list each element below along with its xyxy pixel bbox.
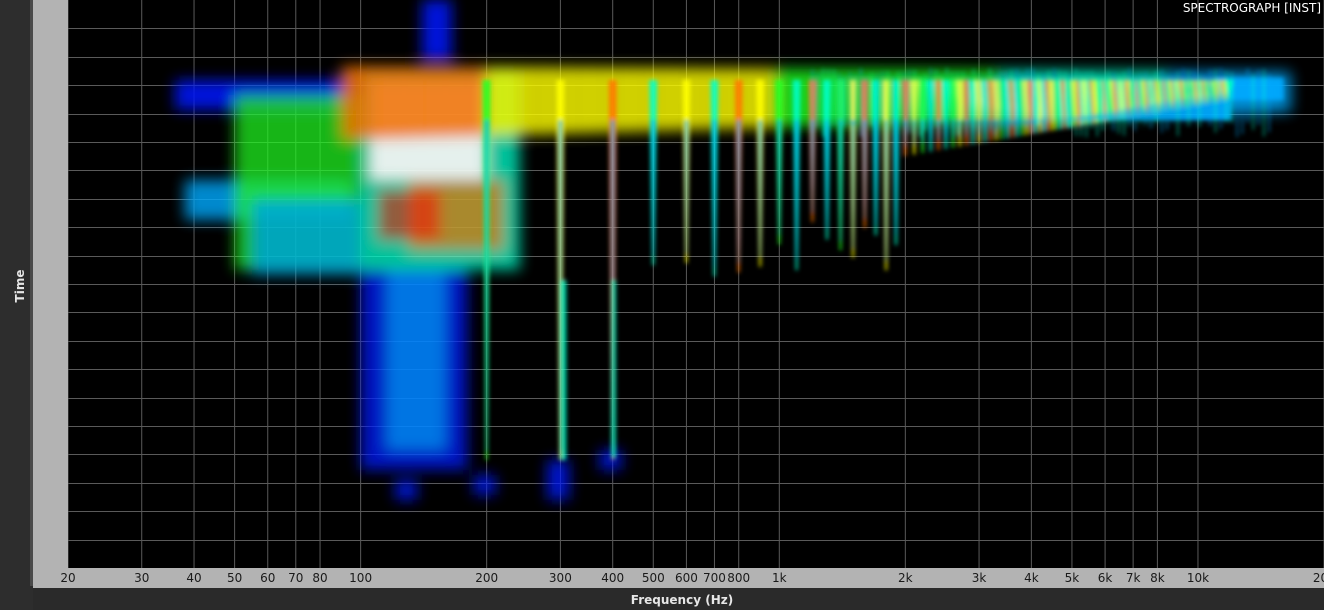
energy-region <box>382 66 405 139</box>
x-tick-label: 4k <box>1024 571 1039 585</box>
energy-region <box>526 67 550 135</box>
energy-region <box>423 66 447 138</box>
energy-region <box>588 67 611 133</box>
x-tick-label: 100 <box>349 571 373 585</box>
x-tick-label: 600 <box>674 571 698 585</box>
energy-region <box>473 475 496 495</box>
x-tick-label: 70 <box>288 571 304 585</box>
x-tick-label: 30 <box>134 571 150 585</box>
spectral-energy-layer <box>174 0 1291 500</box>
x-axis-label: Frequency (Hz) <box>630 593 734 607</box>
spectrogram-plot[interactable]: SPECTROGRAPH [INST] <box>68 0 1324 568</box>
x-tick-label: 40 <box>186 571 202 585</box>
x-tick-label: 6k <box>1097 571 1113 585</box>
energy-region <box>421 0 452 60</box>
energy-region <box>377 190 441 240</box>
energy-region <box>395 480 418 500</box>
energy-region <box>362 66 385 140</box>
x-tick-label: 20k <box>1312 571 1324 585</box>
y-axis-label: Time <box>13 269 27 303</box>
energy-region <box>386 270 447 450</box>
x-tick-label: 10k <box>1186 571 1210 585</box>
energy-region <box>403 66 426 139</box>
x-tick-label: 700 <box>702 571 726 585</box>
x-tick-label: 20 <box>60 571 76 585</box>
energy-region <box>568 67 591 134</box>
x-tick-label: 80 <box>312 571 328 585</box>
x-tick-label: 5k <box>1064 571 1080 585</box>
energy-region <box>547 460 570 480</box>
energy-region <box>506 67 529 136</box>
x-tick-label: 60 <box>260 571 276 585</box>
chart-title: SPECTROGRAPH [INST] <box>1182 1 1321 15</box>
x-tick-label: 2k <box>898 571 913 585</box>
energy-region <box>444 66 467 137</box>
x-tick-label: 1k <box>772 571 787 585</box>
energy-region <box>629 67 653 132</box>
energy-region <box>251 200 361 275</box>
spectrograph-window: Time SPECTROGRAPH [INST] 20 30 40 50 60 70 80 1… <box>0 0 1324 610</box>
y-axis-gutter <box>33 0 68 568</box>
x-tick-label: 400 <box>601 571 625 585</box>
x-tick-label: 7k <box>1125 571 1141 585</box>
x-tick-label: 500 <box>641 571 665 585</box>
energy-region <box>341 66 364 140</box>
left-panel: Time <box>0 0 33 610</box>
energy-region <box>547 480 570 500</box>
x-tick-label: 50 <box>226 571 243 585</box>
x-tick-label: 800 <box>727 571 751 585</box>
energy-region <box>599 450 622 470</box>
x-tick-label: 300 <box>548 571 572 585</box>
energy-region <box>560 280 567 460</box>
x-tick-label: 200 <box>475 571 499 585</box>
spectrogram-canvas <box>68 0 1324 568</box>
energy-region <box>611 280 616 458</box>
energy-region <box>691 68 715 130</box>
x-tick-label: 3k <box>971 571 987 585</box>
x-tick-label: 8k <box>1150 571 1165 585</box>
